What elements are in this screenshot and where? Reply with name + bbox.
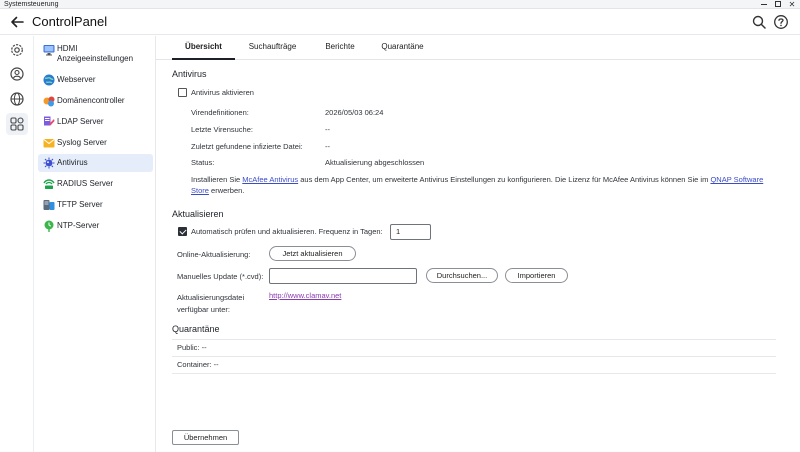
tab-bar: Übersicht Suchaufträge Berichte Quarantä… — [156, 36, 800, 60]
main-content: Antivirus Antivirus aktivieren Virendefi… — [156, 60, 800, 452]
info-text-part: erwerben. — [208, 186, 245, 195]
tftp-icon — [43, 200, 55, 210]
radius-icon — [43, 179, 55, 189]
tab-scan-jobs[interactable]: Suchaufträge — [242, 36, 303, 60]
tab-quarantine[interactable]: Quarantäne — [375, 36, 430, 60]
divider — [172, 373, 776, 374]
online-update-label: Online-Aktualisierung: — [177, 250, 251, 259]
import-button[interactable]: Importieren — [505, 268, 568, 283]
sidebar-item-webserver[interactable]: Webserver — [38, 71, 153, 89]
sidebar-item-label: LDAP Server — [57, 117, 104, 126]
globe-icon — [10, 92, 24, 106]
apply-button[interactable]: Übernehmen — [172, 430, 239, 445]
antivirus-section-title: Antivirus — [172, 69, 207, 79]
manual-update-label: Manuelles Update (*.cvd): — [177, 272, 264, 281]
update-section-title: Aktualisieren — [172, 209, 224, 219]
info-text-part: aus dem App Center, um erweiterte Antivi… — [298, 175, 711, 184]
sidebar-item-domain-controller[interactable]: Domänencontroller — [38, 92, 153, 110]
sidebar-item-tftp-server[interactable]: TFTP Server — [38, 196, 153, 214]
last-infected-file-label: Zuletzt gefundene infizierte Datei: — [191, 142, 303, 151]
sidebar-item-radius-server[interactable]: RADIUS Server — [38, 175, 153, 193]
clamav-link[interactable]: http://www.clamav.net — [269, 291, 341, 300]
status-value: Aktualisierung abgeschlossen — [325, 158, 425, 167]
auto-update-label: Automatisch prüfen und aktualisieren. Fr… — [191, 227, 383, 236]
globe-icon — [43, 74, 55, 86]
last-infected-file-value: -- — [325, 142, 330, 151]
update-source-label-line2: verfügbar unter: — [177, 305, 230, 314]
antivirus-enable-checkbox[interactable] — [178, 88, 187, 97]
sidebar-item-label: Antivirus — [57, 158, 88, 167]
domain-icon — [43, 96, 55, 107]
tab-reports[interactable]: Berichte — [315, 36, 365, 60]
search-icon[interactable] — [751, 14, 767, 30]
update-frequency-input[interactable]: 1 — [390, 224, 431, 240]
window-titlebar: Systemsteuerung ✕ — [0, 0, 800, 9]
mcafee-info-text: Installieren Sie McAfee Antivirus aus de… — [191, 174, 776, 196]
divider — [172, 339, 776, 340]
sidebar-item-label: Webserver — [57, 75, 96, 84]
ldap-icon — [44, 116, 55, 126]
auto-update-checkbox[interactable] — [178, 227, 187, 236]
back-arrow-icon[interactable] — [9, 14, 25, 30]
sidebar-item-ntp-server[interactable]: NTP-Server — [38, 217, 153, 235]
last-scan-value: -- — [325, 125, 330, 134]
app-header: ControlPanel — [0, 9, 800, 35]
info-text-part: Installieren Sie — [191, 175, 243, 184]
tab-overview[interactable]: Übersicht — [172, 36, 235, 60]
close-icon: ✕ — [788, 0, 796, 9]
gear-icon — [11, 44, 23, 56]
sidebar-item-antivirus[interactable]: Antivirus — [38, 154, 153, 172]
qnap-store-link[interactable]: QNAP Software — [710, 175, 763, 184]
sidebar-item-label: TFTP Server — [57, 200, 103, 209]
app-title: ControlPanel — [32, 14, 108, 29]
rail-applications-button[interactable] — [6, 113, 28, 135]
virus-definitions-label: Virendefinitionen: — [191, 108, 249, 117]
sidebar-item-label: NTP-Server — [57, 221, 100, 230]
help-icon[interactable] — [773, 14, 789, 30]
close-button[interactable]: ✕ — [786, 0, 798, 9]
virus-definitions-value: 2026/05/03 06:24 — [325, 108, 384, 117]
browse-button[interactable]: Durchsuchen... — [426, 268, 498, 283]
apps-grid-icon — [10, 117, 24, 131]
minimize-icon — [761, 4, 767, 6]
sidebar-item-label: HDMI Anzeigeeinstellungen — [57, 44, 134, 63]
divider — [172, 356, 776, 357]
user-circle-icon — [10, 67, 24, 81]
last-scan-label: Letzte Virensuche: — [191, 125, 253, 134]
sidebar-item-syslog-server[interactable]: Syslog Server — [38, 134, 153, 152]
sidebar-item-hdmi[interactable]: HDMI Anzeigeeinstellungen — [38, 41, 153, 67]
mcafee-antivirus-link[interactable]: McAfee Antivirus — [242, 175, 298, 184]
status-label: Status: — [191, 158, 215, 167]
sidebar-item-label: Syslog Server — [57, 138, 107, 147]
maximize-icon — [775, 1, 781, 7]
virus-icon — [43, 157, 55, 169]
category-rail — [0, 36, 34, 452]
manual-update-file-input[interactable] — [269, 268, 417, 284]
quarantine-public-label: Public: -- — [177, 343, 207, 352]
maximize-button[interactable] — [772, 0, 784, 9]
window-title: Systemsteuerung — [4, 1, 59, 8]
update-source-label-line1: Aktualisierungsdatei — [177, 293, 245, 302]
rail-network-button[interactable] — [6, 88, 28, 110]
sidebar: HDMI Anzeigeeinstellungen Webserver Domä… — [34, 36, 156, 452]
rail-privilege-button[interactable] — [6, 63, 28, 85]
qnap-store-link-cont[interactable]: Store — [191, 186, 209, 195]
minimize-button[interactable] — [758, 0, 770, 9]
update-now-button[interactable]: Jetzt aktualisieren — [269, 246, 356, 261]
ntp-icon — [44, 220, 54, 232]
envelope-icon — [43, 139, 55, 148]
rail-system-button[interactable] — [6, 39, 28, 61]
monitor-icon — [43, 45, 55, 56]
sidebar-item-label: RADIUS Server — [57, 179, 114, 188]
quarantine-section-title: Quarantäne — [172, 324, 220, 334]
antivirus-enable-label: Antivirus aktivieren — [191, 88, 254, 97]
quarantine-container-label: Container: -- — [177, 360, 219, 369]
sidebar-item-ldap-server[interactable]: LDAP Server — [38, 113, 153, 131]
sidebar-item-label: Domänencontroller — [57, 96, 125, 105]
